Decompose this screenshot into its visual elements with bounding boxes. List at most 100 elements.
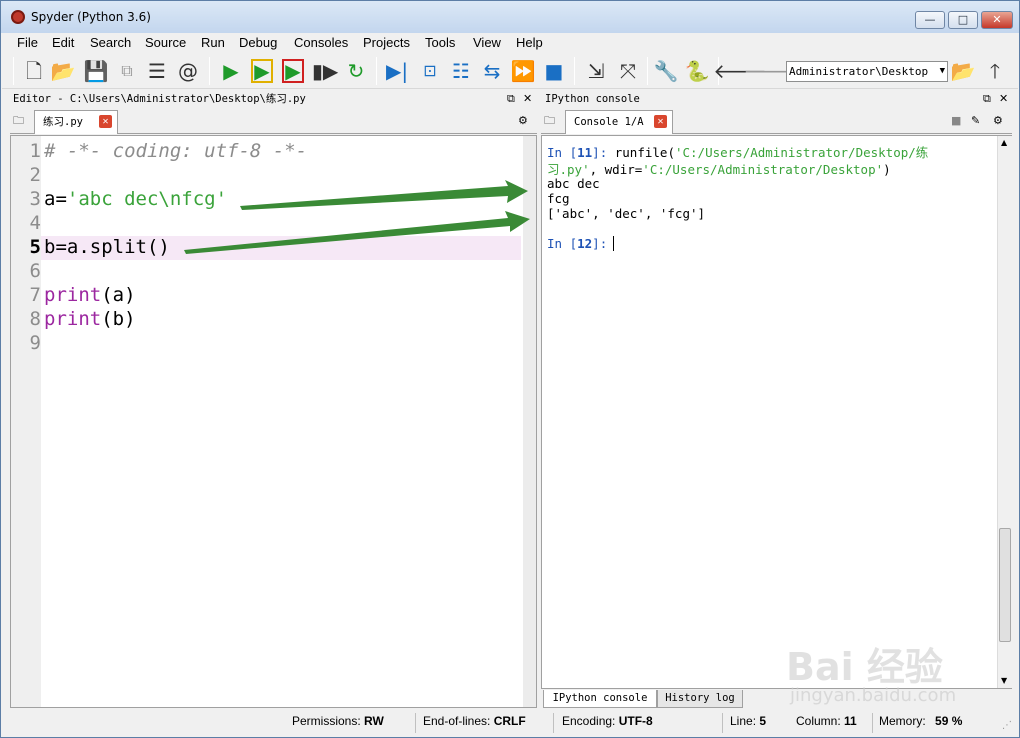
line-number: 2 [29, 164, 41, 186]
status-separator [553, 713, 554, 733]
step-icon[interactable]: ⊡ [418, 59, 442, 83]
menu-projects[interactable]: Projects [363, 35, 410, 50]
editor-scrollbar[interactable] [523, 136, 536, 707]
line-number: 1 [29, 140, 41, 162]
resize-grip-icon[interactable]: ⋰ [1002, 720, 1012, 731]
memory-status: Memory: 59 % [879, 714, 962, 728]
console-output-line: fcg [547, 191, 570, 206]
pane-close-icon[interactable]: ✕ [999, 90, 1008, 108]
prompt-text: In [ [547, 145, 578, 160]
ipython-console[interactable]: In [11]: runfile('C:/Users/Administrator… [541, 135, 1012, 689]
python-path-icon[interactable]: 🐍 [685, 59, 710, 83]
chevron-down-icon[interactable]: ▼ [940, 62, 945, 81]
menu-file[interactable]: File [17, 35, 38, 50]
tab-history-log[interactable]: History log [657, 690, 743, 708]
working-directory-value: Administrator\Desktop [789, 65, 929, 78]
console-input-12[interactable]: In [12]: [547, 236, 622, 251]
encoding-status: Encoding: UTF-8 [562, 714, 653, 728]
status-label: Memory: [879, 714, 926, 728]
title-bar[interactable]: Spyder (Python 3.6) — □ ✕ [1, 1, 1019, 33]
window-title: Spyder (Python 3.6) [31, 10, 151, 24]
parent-dir-arrow-icon[interactable]: 🡑 [983, 59, 1007, 83]
console-tab[interactable]: Console 1/A ✕ [565, 110, 673, 134]
menu-run[interactable]: Run [201, 35, 225, 50]
step-return-icon[interactable]: ⇆ [480, 59, 504, 83]
status-value: 5 [759, 714, 767, 728]
toolbar-separator [376, 57, 377, 85]
code-editor[interactable]: 1 2 3 4 5 6 7 8 9 # -*- coding: utf-8 -*… [10, 135, 537, 708]
options-gear-icon[interactable]: ⚙ [518, 112, 528, 130]
status-separator [722, 713, 723, 733]
line-number: 9 [29, 332, 41, 354]
line-number: 7 [29, 284, 41, 306]
working-directory-combo[interactable]: Administrator\Desktop ▼ [786, 61, 948, 82]
code-line-8: print(b) [44, 308, 136, 330]
forward-arrow-icon[interactable]: 🡒 [743, 59, 797, 83]
rerun-icon[interactable]: ↻ [344, 59, 368, 83]
run-selection-icon[interactable]: ▮▶ [312, 59, 338, 83]
line-number: 6 [29, 260, 41, 282]
fullscreen-icon[interactable]: ⤧ [616, 59, 640, 83]
eraser-icon[interactable]: ✎ [971, 112, 980, 130]
code-token: (b) [101, 308, 136, 330]
baidu-watermark-url: jingyan.baidu.com [790, 685, 957, 706]
options-gear-icon[interactable]: ⚙ [993, 112, 1003, 130]
undock-icon[interactable]: ⧉ [507, 90, 515, 108]
tab-close-icon[interactable]: ✕ [99, 115, 112, 128]
status-value: CRLF [493, 714, 526, 728]
code-line-3: a='abc dec\nfcg' [44, 188, 227, 210]
menu-help[interactable]: Help [516, 35, 543, 50]
code-string-token: 'abc dec\nfcg' [66, 188, 228, 210]
code-keyword-token: print [44, 284, 102, 306]
console-tab-bar: 🗀 Console 1/A ✕ ■ ✎ ⚙ [541, 110, 1012, 134]
console-scrollbar[interactable]: ▲ ▼ [997, 136, 1012, 688]
editor-tab[interactable]: 练习.py ✕ [34, 110, 118, 134]
run-cell-advance-icon[interactable]: ▶ [282, 59, 304, 83]
line-number-current: 5 [29, 236, 41, 258]
prompt-number: 12 [577, 236, 593, 251]
menu-view[interactable]: View [473, 35, 501, 50]
preferences-wrench-icon[interactable]: 🔧 [654, 59, 679, 83]
stop-kernel-icon[interactable]: ■ [951, 112, 961, 130]
menu-source[interactable]: Source [145, 35, 186, 50]
browse-tabs-icon[interactable]: 🗀 [13, 112, 24, 130]
undock-icon[interactable]: ⧉ [983, 90, 991, 108]
maximize-button[interactable]: □ [948, 11, 978, 29]
open-file-icon[interactable]: 📂 [51, 59, 76, 83]
menu-search[interactable]: Search [90, 35, 131, 50]
browse-tabs-icon[interactable]: 🗀 [544, 112, 555, 130]
continue-icon[interactable]: ⏩ [511, 59, 536, 83]
menu-bar: File Edit Search Source Run Debug Consol… [2, 33, 1018, 53]
maximize-pane-icon[interactable]: ⇲ [584, 59, 608, 83]
new-file-icon[interactable]: 🗋 [22, 59, 46, 83]
find-symbol-icon[interactable]: @ [176, 59, 200, 83]
menu-tools[interactable]: Tools [425, 35, 455, 50]
tab-close-icon[interactable]: ✕ [654, 115, 667, 128]
menu-edit[interactable]: Edit [52, 35, 74, 50]
code-keyword-token: print [44, 308, 102, 330]
code-line-7: print(a) [44, 284, 136, 306]
step-into-icon[interactable]: ☷ [449, 59, 473, 83]
run-cell-icon[interactable]: ▶ [251, 59, 273, 83]
save-all-icon[interactable]: ⧉ [115, 59, 139, 83]
status-label: Column: [796, 714, 841, 728]
file-switcher-icon[interactable]: ☰ [145, 59, 169, 83]
permissions-status: Permissions: RW [292, 714, 384, 728]
pane-close-icon[interactable]: ✕ [523, 90, 532, 108]
tab-ipython-console[interactable]: IPython console [543, 690, 657, 708]
menu-debug[interactable]: Debug [239, 35, 277, 50]
scroll-down-icon[interactable]: ▼ [1001, 676, 1007, 685]
console-code: , wdir= [589, 162, 643, 177]
stop-debug-icon[interactable]: ■ [542, 59, 566, 83]
browse-folder-icon[interactable]: 📂 [951, 59, 976, 83]
run-icon[interactable]: ▶ [219, 59, 243, 83]
minimize-button[interactable]: — [915, 11, 945, 29]
scroll-up-icon[interactable]: ▲ [1001, 138, 1007, 147]
debug-icon[interactable]: ▶| [385, 59, 409, 83]
close-button[interactable]: ✕ [981, 11, 1013, 29]
prompt-text: ]: [592, 145, 608, 160]
scrollbar-thumb[interactable] [999, 528, 1011, 642]
menu-consoles[interactable]: Consoles [294, 35, 348, 50]
console-pane-title: IPython console [545, 93, 640, 105]
save-icon[interactable]: 💾 [84, 59, 109, 83]
